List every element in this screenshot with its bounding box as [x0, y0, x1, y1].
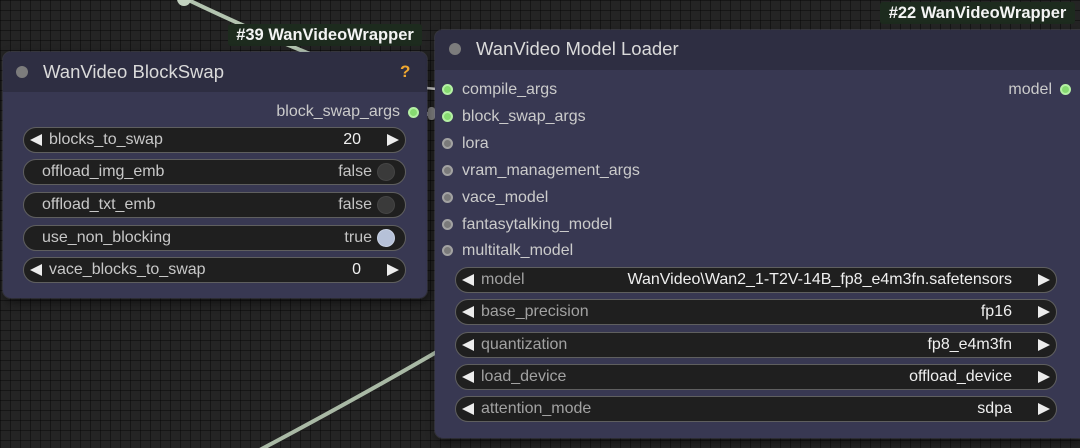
- previous-option-arrow-icon[interactable]: [462, 274, 474, 286]
- output-slot-dot[interactable]: [408, 107, 419, 118]
- offload-txt-emb-toggle[interactable]: offload_txt_emb false: [23, 192, 406, 218]
- next-option-arrow-icon[interactable]: [1038, 339, 1050, 351]
- widget-value: false: [338, 196, 372, 213]
- widget-value[interactable]: sdpa: [977, 400, 1012, 418]
- node-source-badge: #22 WanVideoWrapper: [880, 2, 1075, 24]
- node-title: WanVideo Model Loader: [476, 38, 679, 59]
- next-option-arrow-icon[interactable]: [1038, 274, 1050, 286]
- quantization-combo[interactable]: quantization fp8_e4m3fn: [455, 332, 1057, 358]
- widget-value[interactable]: fp16: [981, 303, 1012, 321]
- node-title-bar[interactable]: WanVideo Model Loader: [435, 30, 1080, 70]
- output-label: model: [1008, 81, 1052, 98]
- widget-label: quantization: [481, 336, 568, 353]
- node-source-badge: #39 WanVideoWrapper: [228, 24, 422, 46]
- previous-option-arrow-icon[interactable]: [462, 403, 474, 415]
- node-wanvideo-model-loader[interactable]: WanVideo Model Loader compile_args block…: [435, 30, 1080, 438]
- input-label: multitalk_model: [462, 242, 574, 259]
- previous-option-arrow-icon[interactable]: [462, 371, 474, 383]
- previous-option-arrow-icon[interactable]: [462, 339, 474, 351]
- next-option-arrow-icon[interactable]: [1038, 403, 1050, 415]
- node-wanvideo-blockswap[interactable]: WanVideo BlockSwap ? block_swap_args blo…: [3, 52, 427, 298]
- widget-value[interactable]: WanVideo\Wan2_1-T2V-14B_fp8_e4m3fn.safet…: [627, 271, 1012, 289]
- next-option-arrow-icon[interactable]: [1038, 306, 1050, 318]
- input-slot-dot[interactable]: [442, 165, 453, 176]
- input-slot-dot[interactable]: [442, 245, 453, 256]
- widget-label: vace_blocks_to_swap: [49, 261, 206, 278]
- widget-label: base_precision: [481, 303, 589, 320]
- next-option-arrow-icon[interactable]: [1038, 371, 1050, 383]
- decrement-arrow-icon[interactable]: [30, 264, 42, 276]
- widget-value: false: [338, 163, 372, 180]
- widget-value[interactable]: fp8_e4m3fn: [927, 336, 1012, 354]
- blocks-to-swap-widget[interactable]: blocks_to_swap 20: [23, 127, 406, 153]
- input-label: vace_model: [462, 189, 549, 206]
- widget-value: true: [344, 229, 372, 246]
- input-slot-dot[interactable]: [442, 111, 453, 122]
- model-combo[interactable]: model WanVideo\Wan2_1-T2V-14B_fp8_e4m3fn…: [455, 267, 1057, 293]
- output-label: block_swap_args: [276, 103, 400, 120]
- input-slot-dot[interactable]: [442, 219, 453, 230]
- widget-value[interactable]: offload_device: [909, 368, 1012, 386]
- vace-blocks-to-swap-widget[interactable]: vace_blocks_to_swap 0: [23, 257, 406, 283]
- offload-img-emb-toggle[interactable]: offload_img_emb false: [23, 159, 406, 185]
- input-slot-dot[interactable]: [442, 138, 453, 149]
- link-wire-bottom: [259, 348, 442, 448]
- attention-mode-combo[interactable]: attention_mode sdpa: [455, 396, 1057, 422]
- link-center-marker[interactable]: [177, 0, 191, 6]
- node-title-bar[interactable]: WanVideo BlockSwap ?: [3, 52, 427, 92]
- increment-arrow-icon[interactable]: [387, 134, 399, 146]
- increment-arrow-icon[interactable]: [387, 264, 399, 276]
- input-label: block_swap_args: [462, 108, 586, 125]
- widget-label: offload_img_emb: [42, 163, 165, 180]
- input-label: lora: [462, 135, 489, 152]
- link-reroute-marker[interactable]: [428, 107, 435, 120]
- toggle-knob-icon[interactable]: [377, 163, 395, 181]
- load-device-combo[interactable]: load_device offload_device: [455, 364, 1057, 390]
- previous-option-arrow-icon[interactable]: [462, 306, 474, 318]
- decrement-arrow-icon[interactable]: [30, 134, 42, 146]
- input-label: compile_args: [462, 81, 558, 98]
- toggle-knob-icon[interactable]: [377, 229, 395, 247]
- base-precision-combo[interactable]: base_precision fp16: [455, 299, 1057, 325]
- node-title: WanVideo BlockSwap: [43, 61, 224, 82]
- widget-value[interactable]: 0: [352, 261, 361, 279]
- widget-label: blocks_to_swap: [49, 131, 163, 148]
- help-icon[interactable]: ?: [400, 61, 410, 83]
- input-slot-dot[interactable]: [442, 84, 453, 95]
- collapse-dot-icon[interactable]: [449, 43, 461, 55]
- output-slot-dot[interactable]: [1060, 84, 1071, 95]
- toggle-knob-icon[interactable]: [377, 196, 395, 214]
- widget-label: use_non_blocking: [42, 229, 171, 246]
- widget-label: attention_mode: [481, 400, 592, 417]
- widget-value[interactable]: 20: [343, 131, 361, 149]
- collapse-dot-icon[interactable]: [16, 66, 28, 78]
- widget-label: offload_txt_emb: [42, 196, 156, 213]
- graph-canvas[interactable]: #39 WanVideoWrapper #22 WanVideoWrapper …: [0, 0, 1080, 448]
- input-slot-dot[interactable]: [442, 192, 453, 203]
- use-non-blocking-toggle[interactable]: use_non_blocking true: [23, 225, 406, 251]
- widget-label: model: [481, 271, 525, 288]
- input-label: fantasytalking_model: [462, 216, 613, 233]
- input-label: vram_management_args: [462, 162, 640, 179]
- widget-label: load_device: [481, 368, 567, 385]
